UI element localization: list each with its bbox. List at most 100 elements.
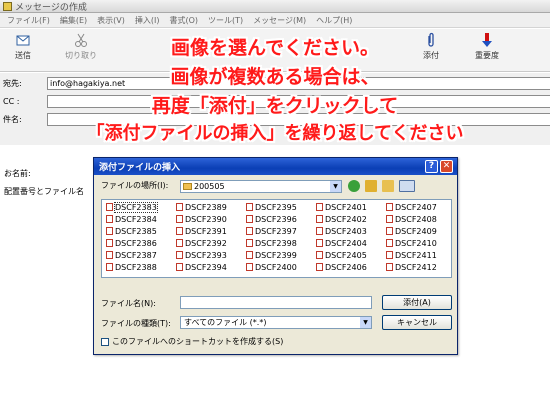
chevron-down-icon[interactable]: ▼	[360, 317, 371, 328]
view-menu-icon[interactable]	[399, 180, 415, 192]
list-item[interactable]: DSCF2398	[246, 239, 297, 249]
order-label: 配置番号とファイル名	[4, 187, 84, 196]
dialog-titlebar: 添付ファイルの挿入 ? ✕	[94, 158, 457, 175]
menu-insert[interactable]: 挿入(I)	[135, 15, 160, 26]
list-item[interactable]: DSCF2411	[386, 251, 437, 261]
list-item[interactable]: DSCF2408	[386, 215, 437, 225]
image-file-icon	[386, 215, 393, 223]
image-file-icon	[246, 239, 253, 247]
list-item[interactable]: DSCF2387	[106, 251, 157, 261]
filetype-select[interactable]: すべてのファイル (*.*) ▼	[180, 316, 372, 329]
look-in-label: ファイルの場所(I):	[101, 181, 169, 190]
shortcut-checkbox[interactable]	[101, 337, 109, 346]
menu-file[interactable]: ファイル(F)	[7, 15, 50, 26]
image-file-icon	[106, 227, 113, 235]
menu-view[interactable]: 表示(V)	[97, 15, 125, 26]
image-file-icon	[176, 203, 183, 211]
list-item[interactable]: DSCF2390	[176, 215, 227, 225]
instruction-line-1: 画像を選んでください。	[170, 37, 380, 59]
instruction-line-3: 再度「添付」をクリックして	[151, 95, 399, 117]
list-item[interactable]: DSCF2389	[176, 203, 227, 213]
folder-icon	[183, 183, 192, 190]
list-item[interactable]: DSCF2403	[316, 227, 367, 237]
list-item[interactable]: DSCF2396	[246, 215, 297, 225]
menu-message[interactable]: メッセージ(M)	[253, 15, 306, 26]
shortcut-checkbox-row[interactable]: このファイルへのショートカットを作成する(S)	[101, 336, 283, 347]
window-title: メッセージの作成	[15, 2, 87, 13]
list-item[interactable]: DSCF2383	[106, 202, 158, 213]
image-file-icon	[176, 263, 183, 271]
menu-format[interactable]: 書式(O)	[169, 15, 198, 26]
filename-input[interactable]	[180, 296, 372, 309]
image-file-icon	[246, 215, 253, 223]
image-file-icon	[386, 227, 393, 235]
image-file-icon	[386, 239, 393, 247]
image-file-icon	[316, 263, 323, 271]
list-item[interactable]: DSCF2399	[246, 251, 297, 261]
window-titlebar: メッセージの作成	[0, 0, 550, 13]
list-item[interactable]: DSCF2404	[316, 239, 367, 249]
list-item[interactable]: DSCF2412	[386, 263, 437, 273]
list-item[interactable]: DSCF2394	[176, 263, 227, 273]
image-file-icon	[316, 239, 323, 247]
list-item[interactable]: DSCF2407	[386, 203, 437, 213]
instruction-line-4: 「添付ファイルの挿入」を繰り返してください	[86, 123, 464, 144]
list-item[interactable]: DSCF2401	[316, 203, 367, 213]
image-file-icon	[386, 203, 393, 211]
image-file-icon	[106, 239, 113, 247]
list-item[interactable]: DSCF2400	[246, 263, 297, 273]
file-list[interactable]: DSCF2383 DSCF2384 DSCF2385 DSCF2386 DSCF…	[101, 199, 452, 278]
image-file-icon	[246, 203, 253, 211]
attach-dialog-button[interactable]: 添付(A)	[382, 295, 452, 310]
menu-edit[interactable]: 編集(E)	[60, 15, 87, 26]
image-file-icon	[246, 263, 253, 271]
list-item[interactable]: DSCF2385	[106, 227, 157, 237]
list-item[interactable]: DSCF2391	[176, 227, 227, 237]
image-file-icon	[106, 215, 113, 223]
list-item[interactable]: DSCF2388	[106, 263, 157, 273]
cancel-button[interactable]: キャンセル	[382, 315, 452, 330]
image-file-icon	[316, 203, 323, 211]
image-file-icon	[176, 251, 183, 259]
image-file-icon	[106, 251, 113, 259]
name-label: お名前:	[4, 169, 31, 178]
list-item[interactable]: DSCF2406	[316, 263, 367, 273]
image-file-icon	[246, 251, 253, 259]
back-icon[interactable]	[348, 180, 360, 192]
insert-attachment-dialog: 添付ファイルの挿入 ? ✕ ファイルの場所(I): 200505 ▼ DSCF2…	[93, 157, 458, 355]
filename-label: ファイル名(N):	[101, 299, 156, 308]
mail-app-icon	[3, 1, 12, 11]
menu-tools[interactable]: ツール(T)	[208, 15, 243, 26]
list-item[interactable]: DSCF2409	[386, 227, 437, 237]
filetype-label: ファイルの種類(T):	[101, 319, 171, 328]
image-file-icon	[386, 251, 393, 259]
look-in-value: 200505	[194, 182, 225, 191]
instruction-line-2: 画像が複数ある場合は、	[170, 66, 380, 88]
image-file-icon	[176, 215, 183, 223]
list-item[interactable]: DSCF2393	[176, 251, 227, 261]
list-item[interactable]: DSCF2386	[106, 239, 157, 249]
list-item[interactable]: DSCF2392	[176, 239, 227, 249]
image-file-icon	[316, 227, 323, 235]
new-folder-icon[interactable]	[382, 180, 394, 192]
help-button[interactable]: ?	[425, 160, 438, 173]
image-file-icon	[176, 227, 183, 235]
chevron-down-icon[interactable]: ▼	[330, 181, 341, 192]
image-file-icon	[176, 239, 183, 247]
list-item[interactable]: DSCF2405	[316, 251, 367, 261]
list-item[interactable]: DSCF2384	[106, 215, 157, 225]
dialog-title: 添付ファイルの挿入	[99, 163, 181, 173]
list-item[interactable]: DSCF2402	[316, 215, 367, 225]
up-folder-icon[interactable]	[365, 180, 377, 192]
image-file-icon	[316, 215, 323, 223]
image-file-icon	[316, 251, 323, 259]
shortcut-checkbox-label: このファイルへのショートカットを作成する(S)	[112, 337, 284, 346]
look-in-select[interactable]: 200505 ▼	[180, 180, 342, 193]
menu-help[interactable]: ヘルプ(H)	[316, 15, 352, 26]
list-item[interactable]: DSCF2410	[386, 239, 437, 249]
close-button[interactable]: ✕	[440, 160, 453, 173]
image-file-icon	[106, 203, 113, 211]
list-item[interactable]: DSCF2395	[246, 203, 297, 213]
image-file-icon	[246, 227, 253, 235]
list-item[interactable]: DSCF2397	[246, 227, 297, 237]
